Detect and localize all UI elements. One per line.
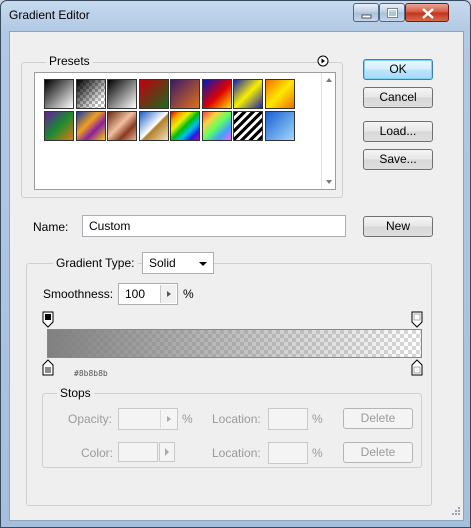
preset-swatch[interactable] <box>75 110 106 141</box>
color-label: Color: <box>81 446 114 460</box>
color-stop-right[interactable] <box>411 359 423 379</box>
stop-color-readout: #8b8b8b <box>74 369 108 378</box>
smoothness-label: Smoothness: <box>43 287 114 301</box>
preset-swatch[interactable] <box>138 110 169 141</box>
opacity-percent: % <box>182 412 193 426</box>
color-swatch[interactable] <box>118 442 158 462</box>
color-stop-left[interactable] <box>42 359 54 379</box>
save-button[interactable]: Save... <box>363 149 433 170</box>
resize-grip-icon <box>452 507 460 515</box>
presets-list[interactable] <box>34 72 336 190</box>
minimize-icon <box>361 14 372 19</box>
opacity-label: Opacity: <box>68 412 113 426</box>
maximize-button[interactable] <box>379 3 405 22</box>
opacity-stop-icon <box>42 311 54 328</box>
opacity-location-label: Location: <box>212 412 261 426</box>
cancel-button[interactable]: Cancel <box>363 87 433 108</box>
opacity-delete-button[interactable]: Delete <box>343 408 413 429</box>
opacity-slider-button[interactable] <box>160 410 176 428</box>
triangle-right-icon <box>167 291 171 297</box>
minimize-button[interactable] <box>353 3 379 22</box>
new-button[interactable]: New <box>363 216 433 237</box>
gradient-type-label: Gradient Type: <box>53 256 138 270</box>
preset-swatch[interactable] <box>201 79 232 109</box>
scroll-arrows-icon <box>326 78 332 184</box>
preset-swatch[interactable] <box>75 79 106 109</box>
window-title: Gradient Editor <box>9 8 90 22</box>
ok-button[interactable]: OK <box>363 59 433 80</box>
close-icon <box>422 8 434 19</box>
resize-grip[interactable] <box>449 506 461 518</box>
triangle-right-icon <box>167 416 171 422</box>
presets-label: Presets <box>46 54 93 68</box>
color-location-input[interactable] <box>268 442 308 464</box>
opacity-location-percent: % <box>312 412 323 426</box>
preset-swatch[interactable] <box>170 110 200 141</box>
preset-swatch[interactable] <box>44 79 74 109</box>
load-button[interactable]: Load... <box>363 121 433 142</box>
opacity-stop-left[interactable] <box>42 311 54 331</box>
color-location-percent: % <box>312 446 323 460</box>
preset-swatch[interactable] <box>170 79 200 109</box>
stops-label: Stops <box>57 386 94 400</box>
color-stop-icon <box>42 359 54 376</box>
preset-swatch[interactable] <box>107 110 137 141</box>
color-delete-button[interactable]: Delete <box>343 442 413 463</box>
chevron-down-icon <box>199 262 207 266</box>
triangle-right-icon <box>165 448 169 456</box>
gradient-preview-bar[interactable] <box>47 329 422 358</box>
title-bar[interactable]: Gradient Editor <box>1 1 470 31</box>
opacity-stop-right[interactable] <box>411 311 423 331</box>
presets-menu-button[interactable] <box>317 55 329 67</box>
circle-arrow-icon <box>317 55 329 67</box>
preset-swatch[interactable] <box>138 79 169 109</box>
gradient-type-value: Solid <box>149 256 176 270</box>
close-button[interactable] <box>405 3 449 22</box>
name-label: Name: <box>33 220 69 234</box>
color-stop-icon <box>411 359 423 376</box>
gradient-type-select[interactable]: Solid <box>142 252 214 274</box>
preset-swatch[interactable] <box>264 110 295 141</box>
presets-scrollbar[interactable] <box>321 73 335 189</box>
maximize-icon <box>387 8 398 18</box>
preset-swatch[interactable] <box>233 110 263 141</box>
smoothness-percent: % <box>183 287 194 301</box>
smoothness-slider-button[interactable] <box>160 285 176 303</box>
preset-swatch[interactable] <box>233 79 263 109</box>
preset-swatch[interactable] <box>44 110 74 141</box>
preset-swatch[interactable] <box>201 110 232 141</box>
name-input[interactable]: Custom <box>82 215 346 237</box>
preset-swatch[interactable] <box>107 79 137 109</box>
opacity-stop-icon <box>411 311 423 328</box>
color-location-label: Location: <box>212 446 261 460</box>
preset-swatch[interactable] <box>264 79 295 109</box>
opacity-location-input[interactable] <box>268 408 308 430</box>
smoothness-value: 100 <box>125 287 146 301</box>
color-picker-button[interactable] <box>159 442 175 462</box>
